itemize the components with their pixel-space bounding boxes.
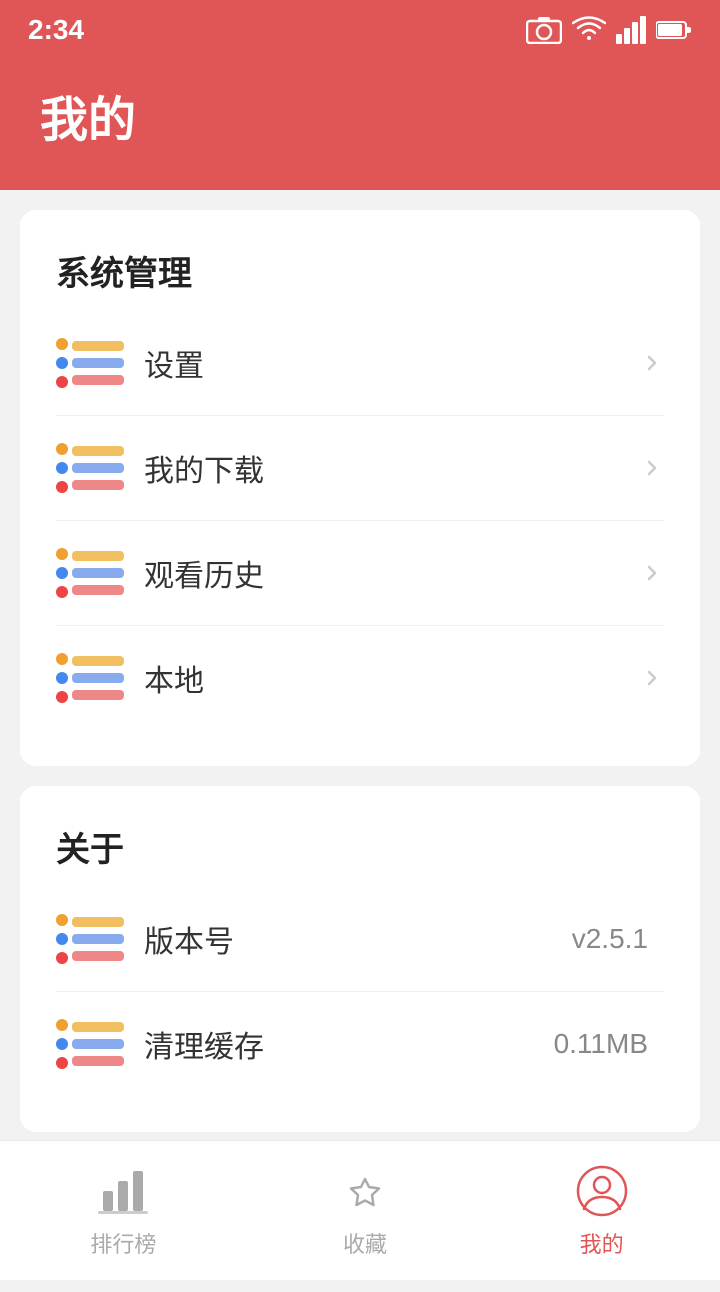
history-menu-item[interactable]: 观看历史	[56, 521, 664, 626]
clear-cache-value: 0.11MB	[554, 1028, 648, 1060]
version-icon	[56, 915, 120, 963]
system-management-card: 系统管理 设置	[20, 210, 700, 766]
status-time: 2:34	[28, 14, 84, 46]
settings-icon	[56, 339, 120, 387]
bottom-navigation: 排行榜 收藏 我的	[0, 1140, 720, 1280]
local-menu-item[interactable]: 本地	[56, 626, 664, 730]
downloads-icon	[56, 444, 120, 492]
local-chevron-icon	[640, 666, 664, 690]
settings-chevron-icon	[640, 351, 664, 375]
battery-icon	[656, 20, 692, 40]
downloads-label: 我的下载	[144, 446, 640, 490]
nav-favorites[interactable]: 收藏	[297, 1153, 433, 1269]
ranking-nav-label: 排行榜	[90, 1227, 156, 1259]
settings-menu-item[interactable]: 设置	[56, 311, 664, 416]
nav-mine[interactable]: 我的	[534, 1153, 670, 1269]
favorites-nav-label: 收藏	[343, 1227, 387, 1259]
local-label: 本地	[144, 656, 640, 700]
signal-icon	[616, 16, 646, 44]
photo-icon	[526, 16, 562, 44]
about-section-title: 关于	[56, 822, 664, 871]
status-bar: 2:34	[0, 0, 720, 60]
version-menu-item[interactable]: 版本号 v2.5.1	[56, 887, 664, 992]
favorites-nav-icon	[337, 1163, 393, 1219]
clear-cache-menu-item[interactable]: 清理缓存 0.11MB	[56, 992, 664, 1096]
version-value: v2.5.1	[572, 923, 648, 955]
downloads-chevron-icon	[640, 456, 664, 480]
local-icon	[56, 654, 120, 702]
page-header: 我的	[0, 60, 720, 190]
ranking-nav-icon	[95, 1163, 151, 1219]
system-section-title: 系统管理	[56, 246, 664, 295]
clear-cache-label: 清理缓存	[144, 1022, 554, 1066]
about-card: 关于 版本号 v2.5.1	[20, 786, 700, 1132]
system-menu-list: 设置 我的下载	[56, 311, 664, 730]
nav-ranking[interactable]: 排行榜	[50, 1153, 196, 1269]
about-menu-list: 版本号 v2.5.1 清理缓存	[56, 887, 664, 1096]
clear-cache-icon	[56, 1020, 120, 1068]
downloads-menu-item[interactable]: 我的下载	[56, 416, 664, 521]
status-icons	[526, 16, 692, 44]
settings-label: 设置	[144, 341, 640, 385]
mine-nav-icon	[574, 1163, 630, 1219]
content-area: 系统管理 设置	[0, 190, 720, 1292]
history-icon	[56, 549, 120, 597]
version-label: 版本号	[144, 917, 572, 961]
history-label: 观看历史	[144, 551, 640, 595]
wifi-icon	[572, 16, 606, 44]
mine-nav-label: 我的	[580, 1227, 624, 1259]
history-chevron-icon	[640, 561, 664, 585]
page-title: 我的	[40, 80, 680, 150]
